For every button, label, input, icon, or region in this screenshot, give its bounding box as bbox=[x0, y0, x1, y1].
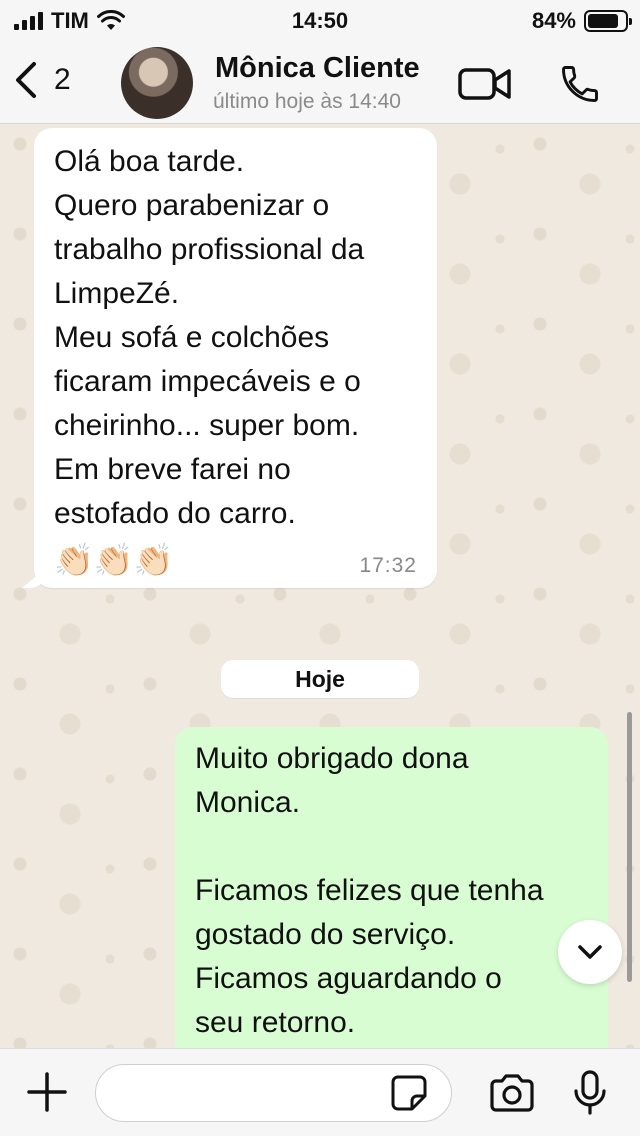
scroll-to-bottom-button[interactable] bbox=[558, 920, 622, 984]
plus-icon bbox=[27, 1072, 67, 1112]
chevron-left-icon bbox=[16, 62, 36, 98]
battery-percent: 84% bbox=[531, 8, 576, 33]
chevron-down-icon bbox=[578, 945, 602, 959]
message-timestamp: 17:32 bbox=[359, 554, 417, 577]
unread-count: 2 bbox=[54, 63, 71, 96]
sticker-icon bbox=[391, 1075, 427, 1111]
video-call-icon bbox=[458, 68, 511, 100]
camera-button[interactable] bbox=[488, 1073, 536, 1118]
video-call-button[interactable] bbox=[458, 66, 512, 107]
outgoing-message[interactable]: Muito obrigado dona Monica. Ficamos feli… bbox=[175, 727, 608, 1067]
battery-fill bbox=[588, 14, 619, 28]
composer-bar bbox=[0, 1048, 640, 1136]
attach-button[interactable] bbox=[26, 1071, 68, 1118]
avatar[interactable] bbox=[121, 47, 193, 119]
phone-icon bbox=[562, 66, 598, 102]
message-text: Olá boa tarde. Quero parabenizar o traba… bbox=[54, 145, 365, 530]
microphone-icon bbox=[574, 1070, 606, 1115]
battery-icon bbox=[584, 10, 632, 32]
sticker-button[interactable] bbox=[390, 1074, 428, 1117]
status-bar: TIM 14:50 84% bbox=[0, 0, 640, 40]
contact-name[interactable]: Mônica Cliente bbox=[215, 52, 420, 85]
chat-header: 2 Mônica Cliente último hoje às 14:40 bbox=[0, 40, 640, 124]
message-text: Muito obrigado dona Monica. Ficamos feli… bbox=[195, 742, 544, 1039]
last-seen-status: último hoje às 14:40 bbox=[213, 90, 401, 113]
microphone-button[interactable] bbox=[572, 1069, 608, 1122]
incoming-message[interactable]: Olá boa tarde. Quero parabenizar o traba… bbox=[34, 128, 437, 588]
battery-group: 84% bbox=[531, 8, 632, 34]
voice-call-button[interactable] bbox=[558, 62, 602, 111]
camera-icon bbox=[490, 1074, 534, 1112]
scrollbar[interactable] bbox=[627, 712, 632, 982]
date-separator: Hoje bbox=[221, 660, 419, 698]
back-button[interactable]: 2 bbox=[12, 60, 71, 100]
